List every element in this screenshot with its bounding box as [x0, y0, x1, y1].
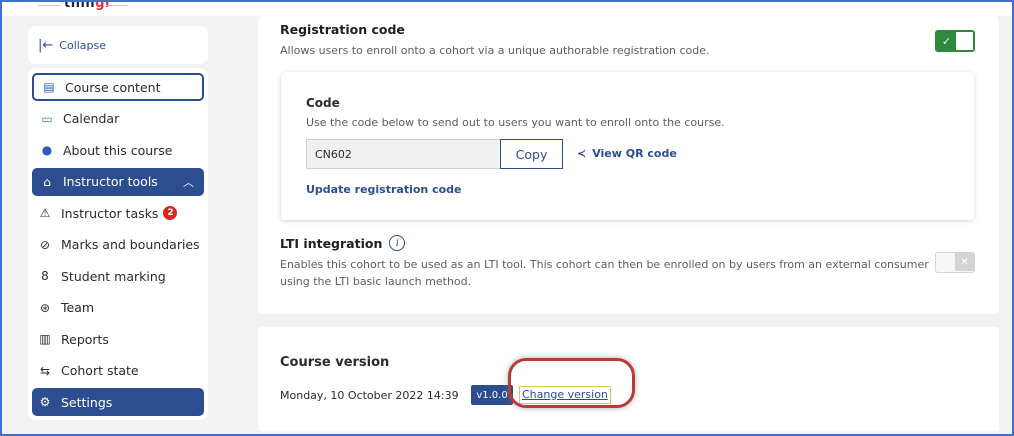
- sidebar-item-marks-and-boundaries[interactable]: ⊘ Marks and boundaries: [32, 231, 204, 259]
- sidebar-item-label: Settings: [61, 394, 113, 410]
- check-circle-icon: ⊘: [39, 237, 51, 252]
- view-qr-code-label: View QR code: [592, 147, 677, 160]
- collapse-label: Collapse: [59, 38, 107, 52]
- close-icon: ✕: [955, 253, 974, 271]
- course-version-card: Course version Monday, 10 October 2022 1…: [258, 327, 999, 431]
- course-version-title: Course version: [280, 355, 390, 370]
- sidebar-item-label: Reports: [61, 331, 109, 347]
- book-icon: ▤: [43, 80, 55, 94]
- registration-code-panel: Code Use the code below to send out to u…: [281, 72, 974, 220]
- sidebar-item-settings[interactable]: ⚙ Settings: [32, 388, 204, 416]
- share-icon: ≺: [577, 147, 587, 160]
- thingi-logo[interactable]: thingi: [64, 0, 110, 11]
- code-title: Code: [306, 96, 340, 110]
- sidebar-item-instructor-tasks[interactable]: ⚠ Instructor tasks 2: [32, 199, 204, 227]
- lti-integration-toggle[interactable]: ✕: [935, 252, 975, 273]
- lti-integration-description: Enables this cohort to be used as an LTI…: [280, 258, 929, 288]
- person-icon: 8: [41, 269, 49, 283]
- change-version-link[interactable]: Change version: [519, 386, 611, 404]
- sidebar-section-instructor-tools[interactable]: ⌂ Instructor tools ︿: [32, 167, 204, 196]
- sidebar-item-label: Instructor tasks: [61, 205, 159, 221]
- update-registration-code-link[interactable]: Update registration code: [306, 183, 462, 196]
- sidebar-item-calendar[interactable]: ▭ Calendar: [32, 105, 204, 133]
- sidebar-item-team[interactable]: ⊛ Team: [32, 294, 204, 322]
- calendar-icon: ▭: [41, 111, 53, 126]
- sidebar-item-label: Student marking: [61, 268, 166, 284]
- version-badge: v1.0.0: [471, 385, 513, 405]
- logo-text: thin: [64, 0, 96, 11]
- warning-icon: ⚠: [39, 206, 51, 220]
- lti-integration-title: LTI integration: [280, 235, 383, 251]
- sidebar-item-about[interactable]: ● About this course: [32, 136, 204, 164]
- collapse-button[interactable]: |← Collapse: [28, 26, 208, 64]
- sidebar-item-label: Course content: [65, 79, 161, 95]
- lti-integration-heading: LTI integration i: [280, 235, 406, 251]
- registration-code-toggle[interactable]: ✓: [935, 30, 975, 52]
- sidebar-item-student-marking[interactable]: 8 Student marking: [32, 262, 204, 290]
- info-icon[interactable]: i: [389, 235, 406, 251]
- course-version-date: Monday, 10 October 2022 14:39: [280, 389, 459, 402]
- sidebar: |← Collapse ▤ Course content ▭ Calendar …: [28, 26, 208, 420]
- info-icon: ●: [41, 143, 53, 157]
- sidebar-item-course-content[interactable]: ▤ Course content: [32, 73, 204, 101]
- logo-divider-left: [38, 5, 60, 6]
- state-icon: ⇆: [39, 363, 51, 378]
- registration-code-input[interactable]: [306, 139, 501, 169]
- chevron-up-icon: ︿: [183, 175, 194, 189]
- copy-button[interactable]: Copy: [500, 139, 563, 169]
- sidebar-item-reports[interactable]: ▥ Reports: [32, 325, 204, 353]
- sidebar-item-label: Calendar: [63, 111, 120, 126]
- sidebar-item-cohort-state[interactable]: ⇆ Cohort state: [32, 357, 204, 385]
- gear-icon: ⚙: [39, 395, 51, 409]
- registration-code-title: Registration code: [280, 22, 405, 37]
- logo-divider-right: [106, 5, 128, 6]
- sidebar-item-label: Team: [61, 300, 95, 315]
- view-qr-code-link[interactable]: ≺ View QR code: [577, 147, 677, 160]
- sidebar-section-label: Instructor tools: [63, 174, 158, 189]
- registration-code-description: Allows users to enroll onto a cohort via…: [280, 44, 710, 57]
- app-window: thingi |← Collapse ▤ Course content ▭ Ca…: [0, 0, 1014, 436]
- sidebar-item-label: Cohort state: [61, 363, 139, 378]
- graduation-cap-icon: ⌂: [43, 174, 51, 189]
- code-description: Use the code below to send out to users …: [306, 116, 725, 129]
- collapse-arrow-icon: |←: [38, 37, 54, 53]
- top-bar: thingi: [2, 2, 1012, 16]
- sidebar-item-label: Marks and boundaries: [61, 237, 200, 252]
- settings-card: Registration code Allows users to enroll…: [258, 16, 999, 314]
- bar-chart-icon: ▥: [39, 332, 51, 346]
- sidebar-item-label: About this course: [63, 142, 173, 158]
- check-icon: ✓: [937, 32, 956, 50]
- sidebar-nav: ▤ Course content ▭ Calendar ● About this…: [28, 68, 208, 420]
- team-icon: ⊛: [39, 300, 51, 315]
- task-count-badge: 2: [163, 206, 178, 220]
